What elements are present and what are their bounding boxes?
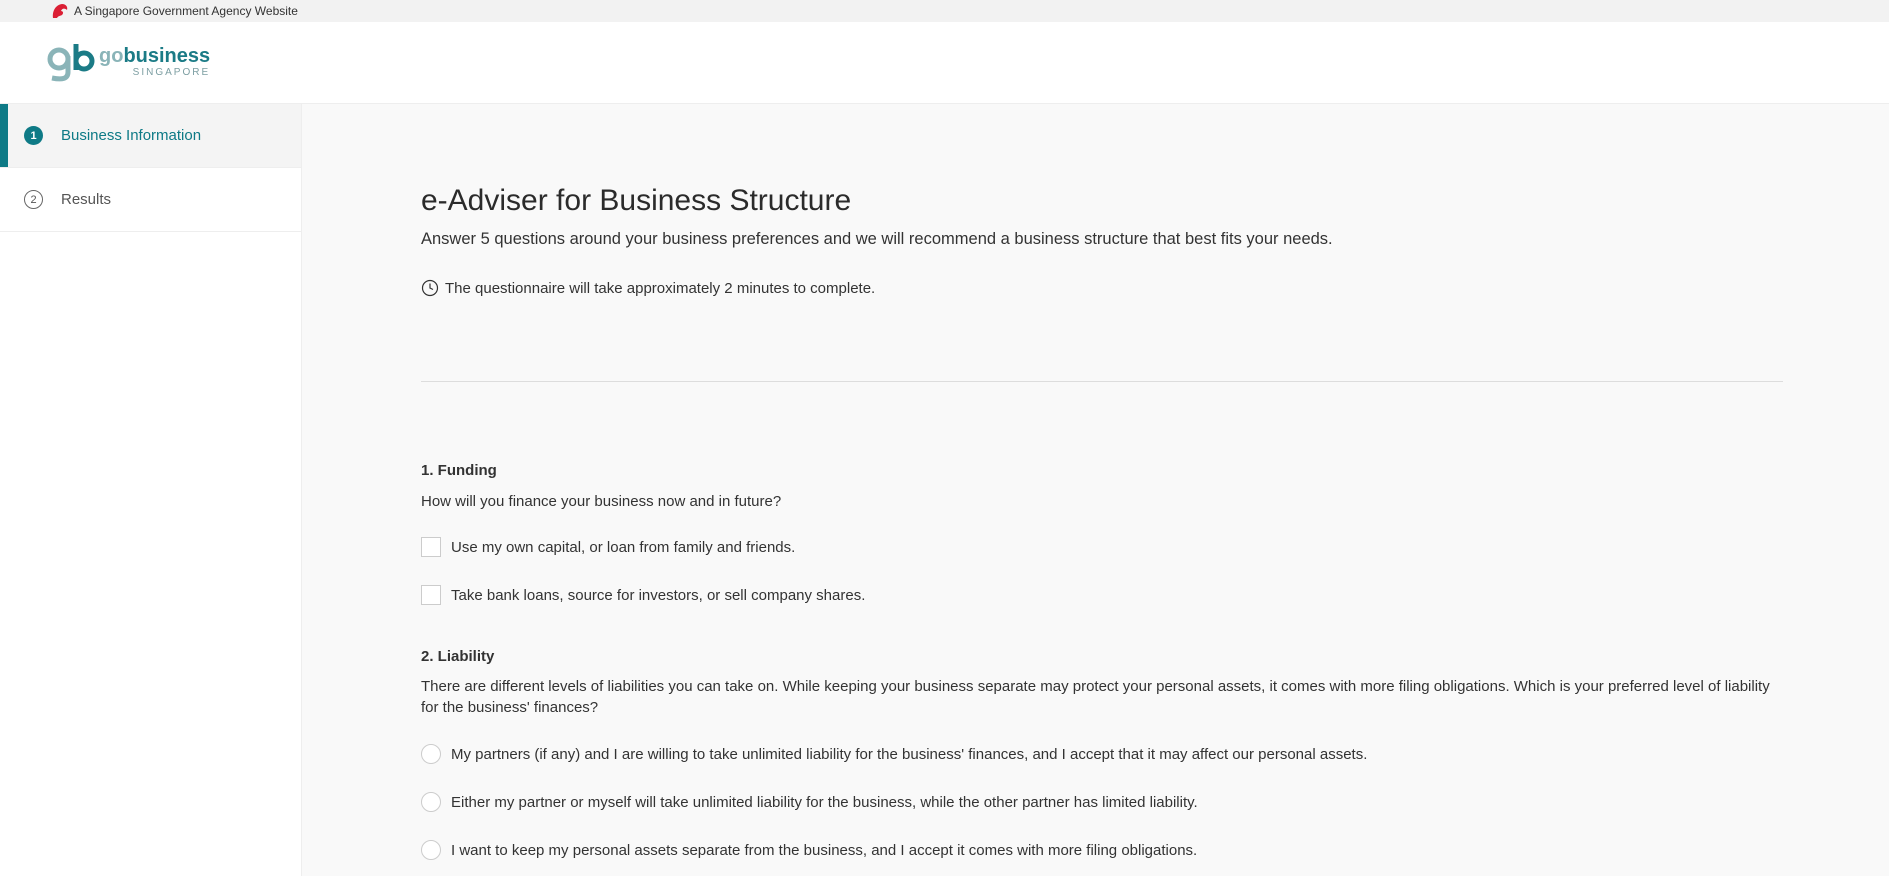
question-2-text: There are different levels of liabilitie… [421,678,1770,716]
funding-option-own-capital[interactable]: Use my own capital, or loan from family … [421,537,795,557]
liability-option-unlimited[interactable]: My partners (if any) and I are willing t… [421,744,1367,764]
option-label: Take bank loans, source for investors, o… [451,586,866,604]
question-2-title: 2. Liability [421,648,495,665]
radio-button[interactable] [421,744,441,764]
duration-note: The questionnaire will take approximatel… [421,279,875,297]
step-label: Business Information [61,127,202,144]
clock-icon [421,279,439,297]
radio-button[interactable] [421,792,441,812]
site-header: gobusiness SINGAPORE [0,22,1889,104]
step-label: Results [61,191,112,208]
option-label: Either my partner or myself will take un… [451,793,1198,811]
page-title: e-Adviser for Business Structure [421,184,852,217]
checkbox[interactable] [421,585,441,605]
liability-option-mixed[interactable]: Either my partner or myself will take un… [421,792,1198,812]
step-number-badge: 1 [24,126,43,145]
duration-text: The questionnaire will take approximatel… [445,279,876,297]
government-masthead: A Singapore Government Agency Website [0,0,1889,22]
logo-wordmark: gobusiness SINGAPORE [99,46,210,78]
logo-go-text: go [99,45,124,67]
page-intro: Answer 5 questions around your business … [421,230,1333,248]
gb-logo-icon [47,44,95,82]
radio-button[interactable] [421,840,441,860]
section-divider [421,381,1783,382]
option-label: Use my own capital, or loan from family … [451,538,796,556]
gobusiness-logo[interactable]: gobusiness SINGAPORE [47,42,210,82]
question-1-title: 1. Funding [421,462,497,479]
masthead-text: A Singapore Government Agency Website [74,4,298,18]
funding-option-bank-loans[interactable]: Take bank loans, source for investors, o… [421,585,865,605]
liability-option-separate[interactable]: I want to keep my personal assets separa… [421,840,1197,860]
checkbox[interactable] [421,537,441,557]
question-1-text: How will you finance your business now a… [421,493,782,510]
step-sidebar: 1 Business Information 2 Results [0,104,302,876]
step-number-badge: 2 [24,190,43,209]
option-label: My partners (if any) and I are willing t… [451,745,1368,763]
step-results[interactable]: 2 Results [0,168,301,232]
option-label: I want to keep my personal assets separa… [451,841,1198,859]
logo-subtitle: SINGAPORE [132,67,211,78]
lion-head-icon [52,4,68,18]
step-business-information[interactable]: 1 Business Information [0,104,301,168]
logo-business-text: business [123,45,211,67]
